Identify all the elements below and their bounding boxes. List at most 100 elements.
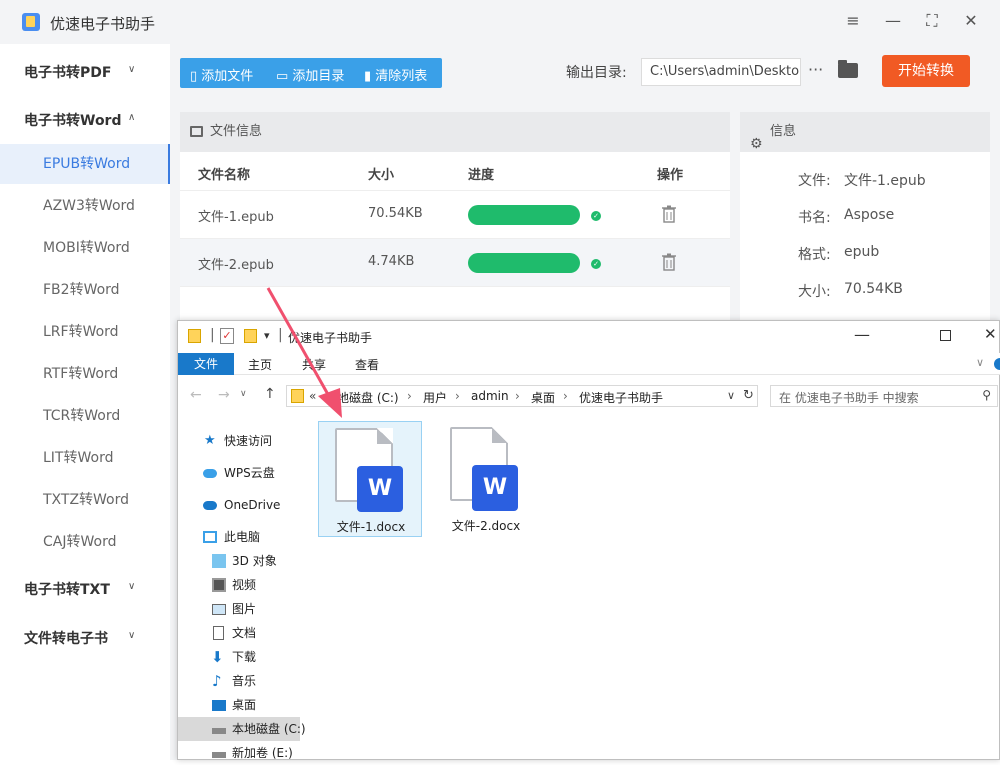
nav-label: 此电脑 [224,530,261,544]
nav-item-local-disk[interactable]: 本地磁盘 (C:) [178,717,306,741]
chevron-down-icon[interactable]: ∨ [128,581,135,592]
sidebar: 电子书转PDF ∨ 电子书转Word ∧ EPUB转Word AZW3转Word… [0,44,170,760]
table-row[interactable]: 文件-2.epub 4.74KB ✓ [180,239,730,287]
nav-item-new-volume[interactable]: 新加卷 (E:) [178,741,300,765]
maximize-icon[interactable] [940,330,951,341]
customize-icon[interactable]: ▾ [264,329,270,342]
tab-file[interactable]: 文件 [178,353,234,375]
add-directory-label: 添加目录 [292,69,345,84]
sidebar-group-word[interactable]: 电子书转Word [24,110,122,130]
breadcrumb-folder[interactable]: 优速电子书助手 [579,389,663,406]
nav-label: OneDrive [224,498,281,512]
table-row[interactable]: 文件-1.epub 70.54KB ✓ [180,191,730,239]
gear-icon: ⚙ [750,136,763,152]
tab-view[interactable]: 查看 [355,356,379,373]
help-icon[interactable] [994,358,1000,370]
sidebar-group-txt[interactable]: 电子书转TXT [24,579,110,599]
folder-icon[interactable] [838,60,858,78]
chevron-down-icon[interactable]: ∨ [128,630,135,641]
explorer-title: 优速电子书助手 [288,331,373,345]
nav-item-3d-objects[interactable]: 3D 对象 [178,549,300,573]
refresh-icon[interactable]: ↻ [743,388,754,403]
more-icon[interactable]: ··· [808,60,823,79]
maximize-icon[interactable]: ⛶ [921,10,943,32]
sidebar-item-epub-word[interactable]: EPUB转Word [0,144,170,184]
chevron-down-icon[interactable]: ∨ [128,64,135,75]
output-dir-field[interactable]: C:\Users\admin\Deskto [641,58,801,86]
sidebar-group-ebook[interactable]: 文件转电子书 [24,628,108,648]
search-input[interactable]: 在 优速电子书助手 中搜索 ⚲ [770,385,998,407]
col-header-name: 文件名称 [198,168,251,183]
output-dir-label: 输出目录: [566,65,627,81]
recent-dropdown-icon[interactable]: ∨ [240,389,247,399]
info-label-file: 文件: [798,173,831,189]
nav-item-documents[interactable]: 文档 [178,621,300,645]
desktop-icon [212,700,226,711]
chevron-down-icon[interactable]: ∨ [976,356,984,369]
info-label-title: 书名: [798,210,831,226]
trash-icon[interactable] [662,253,676,271]
breadcrumb-users[interactable]: 用户 [423,389,447,406]
nav-item-downloads[interactable]: ⬇ 下载 [178,645,300,669]
overflow-icon[interactable]: « [309,389,316,403]
sidebar-item-azw3-word[interactable]: AZW3转Word [0,186,170,226]
breadcrumb-separator: › [563,389,568,403]
file-name: 文件-1.epub [198,210,274,225]
breadcrumb-desktop[interactable]: 桌面 [531,389,555,406]
breadcrumb-root[interactable]: 本地磁盘 (C:) [325,389,399,406]
nav-label: 音乐 [232,674,257,688]
sidebar-item-txtz-word[interactable]: TXTZ转Word [0,480,170,520]
close-icon[interactable]: ✕ [960,10,982,32]
breadcrumb-separator: › [455,389,460,403]
menu-icon[interactable]: ≡ [842,10,864,32]
back-arrow-icon[interactable]: ← [190,387,202,403]
close-icon[interactable]: ✕ [984,325,997,343]
progress-bar [468,205,580,225]
sidebar-item-mobi-word[interactable]: MOBI转Word [0,228,170,268]
nav-item-videos[interactable]: 视频 [178,573,300,597]
minimize-icon[interactable]: — [854,325,870,344]
breadcrumb-admin[interactable]: admin [471,389,509,403]
nav-item-wps-cloud[interactable]: WPS云盘 [178,461,300,485]
nav-item-pictures[interactable]: 图片 [178,597,300,621]
sidebar-item-rtf-word[interactable]: RTF转Word [0,354,170,394]
info-value-size: 70.54KB [844,281,903,297]
nav-item-onedrive[interactable]: OneDrive [178,493,300,517]
tab-share[interactable]: 共享 [302,356,326,373]
nav-item-music[interactable]: ♪ 音乐 [178,669,300,693]
sidebar-item-tcr-word[interactable]: TCR转Word [0,396,170,436]
sidebar-item-caj-word[interactable]: CAJ转Word [0,522,170,562]
file-item-docx-2[interactable]: W 文件-2.docx [434,421,538,537]
sidebar-item-lrf-word[interactable]: LRF转Word [0,312,170,352]
properties-icon[interactable]: ✓ [220,328,234,344]
sidebar-group-pdf[interactable]: 电子书转PDF [24,62,111,82]
info-label-format: 格式: [798,247,831,263]
nav-label: 下载 [232,650,257,664]
chevron-down-icon[interactable]: ∨ [727,389,735,402]
toolbar: ▯ 添加文件 ▭ 添加目录 ▮ 清除列表 [180,58,442,88]
trash-icon[interactable] [662,205,676,223]
start-convert-button[interactable]: 开始转换 [882,55,970,87]
sidebar-item-lit-word[interactable]: LIT转Word [0,438,170,478]
address-bar[interactable]: « 本地磁盘 (C:) › 用户 › admin › 桌面 › 优速电子书助手 … [286,385,758,407]
nav-item-quick-access[interactable]: ★ 快速访问 [178,429,300,453]
forward-arrow-icon[interactable]: → [218,387,230,403]
minimize-icon[interactable]: — [882,10,904,32]
chevron-up-icon[interactable]: ∧ [128,112,135,123]
nav-item-desktop[interactable]: 桌面 [178,693,300,717]
sidebar-item-fb2-word[interactable]: FB2转Word [0,270,170,310]
nav-label: 3D 对象 [232,554,277,568]
cloud-icon [203,501,217,510]
file-item-docx-1[interactable]: W 文件-1.docx [318,421,422,537]
add-file-button[interactable]: ▯ 添加文件 [190,65,253,84]
nav-label: 视频 [232,578,257,592]
nav-item-this-pc[interactable]: 此电脑 [178,525,300,549]
new-folder-icon[interactable] [244,329,257,343]
tab-home[interactable]: 主页 [248,356,272,373]
col-header-progress: 进度 [468,168,495,183]
search-icon[interactable]: ⚲ [982,388,991,402]
file-name: 文件-1.docx [336,520,406,534]
add-directory-button[interactable]: ▭ 添加目录 [276,65,344,84]
up-arrow-icon[interactable]: ↑ [264,386,276,402]
clear-list-button[interactable]: ▮ 清除列表 [364,65,427,84]
